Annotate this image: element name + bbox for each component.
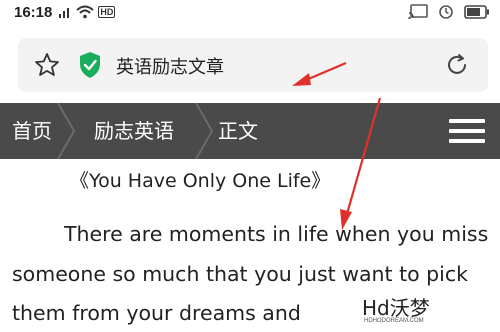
breadcrumb-current: 正文 xyxy=(218,119,258,143)
refresh-icon[interactable] xyxy=(444,52,470,78)
cast-icon xyxy=(408,4,428,20)
status-left-icons: HD xyxy=(58,5,116,19)
watermark-url: HDHODOREAM.COM xyxy=(364,318,424,324)
status-right-icons xyxy=(408,4,490,20)
status-time: 16:18 xyxy=(14,3,53,21)
site-nav: 首页 励志英语 正文 xyxy=(0,103,500,159)
breadcrumb-separator-icon xyxy=(57,103,76,159)
wifi-icon xyxy=(76,5,95,19)
watermark: Hd沃梦 HDHODOREAM.COM xyxy=(352,288,500,332)
status-bar: 16:18 HD xyxy=(0,0,500,24)
article-text-line: someone so much that you just want to pi… xyxy=(12,262,469,286)
battery-icon xyxy=(464,5,490,19)
article-title: 《You Have Only One Life》 xyxy=(70,170,331,192)
shield-check-icon[interactable] xyxy=(78,51,102,79)
breadcrumb-home[interactable]: 首页 xyxy=(12,103,52,159)
address-bar[interactable]: 英语励志文章 xyxy=(18,38,488,92)
breadcrumb-category[interactable]: 励志英语 xyxy=(94,103,174,159)
signal-icon xyxy=(58,5,72,19)
hd-badge: HD xyxy=(98,6,116,18)
hamburger-menu-icon[interactable] xyxy=(449,119,485,145)
watermark-logo: Hd沃梦 xyxy=(362,296,430,320)
address-title[interactable]: 英语励志文章 xyxy=(116,53,224,79)
star-icon[interactable] xyxy=(34,52,60,78)
breadcrumb-separator-icon xyxy=(195,103,214,159)
alarm-icon xyxy=(438,4,454,20)
article-text-line: them from your dreams and xyxy=(12,301,301,325)
article-text-line: There are moments in life when you miss xyxy=(64,222,489,246)
